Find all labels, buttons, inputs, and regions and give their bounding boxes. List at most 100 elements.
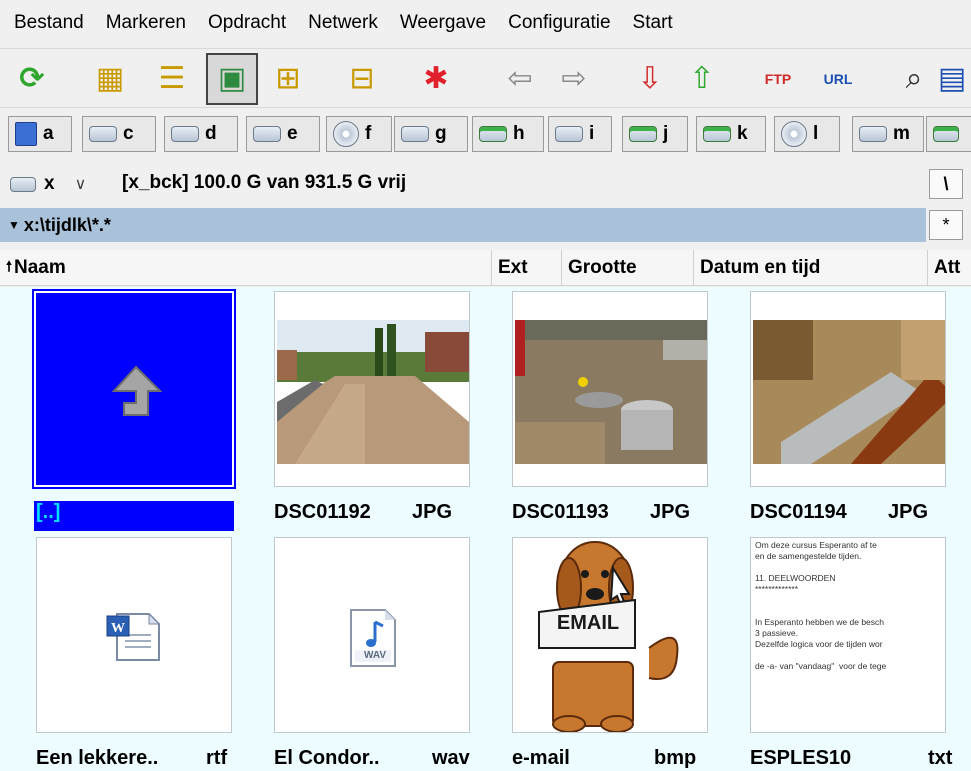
- file-tile-esples10[interactable]: Om deze cursus Esperanto af te en de sam…: [750, 537, 971, 771]
- drive-letter: g: [435, 123, 447, 144]
- drive-info-row: x ∨ [x_bck] 100.0 G van 931.5 G vrij \: [0, 162, 971, 206]
- drive-button-k[interactable]: k: [696, 116, 766, 152]
- pack-button[interactable]: ⇩: [624, 53, 676, 105]
- brief-view-button[interactable]: ▦: [84, 53, 136, 105]
- hard-drive-icon: [859, 126, 887, 142]
- photo-thumbnail: [512, 291, 708, 487]
- drive-bar: a c d e f g h i j k l m: [0, 112, 971, 158]
- brief-list-icon: ▦: [95, 62, 125, 95]
- construction-pit-photo-image: [513, 292, 707, 486]
- drive-letter: i: [589, 123, 595, 144]
- file-basename: e-mail: [512, 747, 570, 769]
- tree-sync-icon: ⊟: [349, 62, 375, 95]
- unpack-icon: ⇧: [689, 62, 715, 95]
- file-panel: [..] DSC01192 JPG DSC01193 JPG DSC01194 …: [0, 287, 971, 771]
- updir-thumbnail: [32, 289, 236, 489]
- triangle-down-icon: ▼: [8, 218, 20, 232]
- hard-drive-icon: [89, 126, 117, 142]
- root-dir-button[interactable]: \: [929, 169, 963, 199]
- menu-opdracht[interactable]: Opdracht: [208, 12, 286, 34]
- file-tile-updir[interactable]: [..]: [32, 289, 270, 531]
- drive-button-d[interactable]: d: [164, 116, 238, 152]
- file-name: e-mail bmp: [512, 747, 748, 771]
- tree-view-button[interactable]: ⊞: [262, 53, 314, 105]
- toolbar: ⟳ ▦ ☰ ▣ ⊞ ⊟ ✱ ⇦ ⇨ ⇩ ⇧ FTP URL ⌕ ▤: [0, 48, 971, 108]
- column-date[interactable]: Datum en tijd: [694, 250, 928, 286]
- back-arrow-icon: ⇦: [507, 62, 533, 95]
- file-basename: Een lekkere..: [36, 747, 159, 769]
- history-button[interactable]: *: [929, 210, 963, 240]
- document-thumbnail: W: [36, 537, 232, 733]
- file-tile-el-condor[interactable]: WAV El Condor.. wav: [274, 537, 510, 771]
- pack-icon: ⇩: [637, 62, 663, 95]
- drive-button-c[interactable]: c: [82, 116, 156, 152]
- street-photo-image: [275, 292, 469, 486]
- network-drive-icon: [479, 126, 507, 142]
- drive-button-l[interactable]: l: [774, 116, 840, 152]
- drive-button-h[interactable]: h: [472, 116, 544, 152]
- column-ext-label: Ext: [498, 257, 528, 278]
- audio-thumbnail: WAV: [274, 537, 470, 733]
- file-tile-dsc01192[interactable]: DSC01192 JPG: [274, 291, 510, 531]
- menu-weergave[interactable]: Weergave: [400, 12, 486, 34]
- column-attr[interactable]: Att: [928, 250, 971, 286]
- cd-drive-icon: [781, 121, 807, 147]
- file-basename: DSC01193: [512, 501, 609, 523]
- file-tile-dsc01194[interactable]: DSC01194 JPG: [750, 291, 971, 531]
- menu-bestand[interactable]: Bestand: [14, 12, 84, 34]
- drive-button-f[interactable]: f: [326, 116, 392, 152]
- current-path: x:\tijdlk\*.*: [23, 214, 111, 235]
- up-arrow-icon: [111, 365, 163, 416]
- full-view-button[interactable]: ☰: [146, 53, 198, 105]
- select-files-button[interactable]: ✱: [410, 53, 462, 105]
- drive-button-g[interactable]: g: [394, 116, 468, 152]
- cd-drive-icon: [333, 121, 359, 147]
- url-connect-button[interactable]: URL: [812, 53, 864, 105]
- binoculars-icon: ⌕: [905, 62, 923, 95]
- drive-letter: h: [513, 123, 525, 144]
- drive-button-e[interactable]: e: [246, 116, 320, 152]
- text-preview: Om deze cursus Esperanto af te en de sam…: [755, 540, 887, 671]
- file-tile-dsc01193[interactable]: DSC01193 JPG: [512, 291, 748, 531]
- path-bar[interactable]: ▼ x:\tijdlk\*.*: [0, 208, 926, 242]
- back-button[interactable]: ⇦: [494, 53, 546, 105]
- refresh-button[interactable]: ⟳: [6, 53, 58, 105]
- file-tile-een-lekkere[interactable]: W Een lekkere.. rtf: [36, 537, 272, 771]
- menu-configuratie[interactable]: Configuratie: [508, 12, 610, 34]
- forward-button[interactable]: ⇨: [548, 53, 600, 105]
- current-drive-letter: x: [44, 173, 55, 194]
- email-sign-label: EMAIL: [556, 612, 620, 634]
- refresh-icon: ⟳: [19, 62, 45, 95]
- column-size[interactable]: Grootte: [562, 250, 694, 286]
- text-thumbnail: Om deze cursus Esperanto af te en de sam…: [750, 537, 946, 733]
- file-extension: rtf: [206, 747, 228, 769]
- file-tile-e-mail[interactable]: EMAIL e-mail bmp: [512, 537, 748, 771]
- drive-button-j[interactable]: j: [622, 116, 688, 152]
- wav-badge: WAV: [363, 650, 387, 661]
- drive-button-i[interactable]: i: [548, 116, 612, 152]
- drive-letter: f: [365, 123, 372, 144]
- column-ext[interactable]: Ext: [492, 250, 562, 286]
- unpack-button[interactable]: ⇧: [676, 53, 728, 105]
- menu-start[interactable]: Start: [633, 12, 673, 34]
- drive-letter: m: [893, 123, 910, 144]
- search-button[interactable]: ⌕: [888, 53, 940, 105]
- hard-drive-icon: [171, 126, 199, 142]
- thumbnail-view-button[interactable]: ▣: [206, 53, 258, 105]
- sync-tree-button[interactable]: ⊟: [336, 53, 388, 105]
- image-thumbnail: EMAIL: [512, 537, 708, 733]
- column-size-label: Grootte: [568, 257, 637, 278]
- drive-button-m[interactable]: m: [852, 116, 924, 152]
- drive-button-more[interactable]: [926, 116, 971, 152]
- drive-button-a[interactable]: a: [8, 116, 72, 152]
- asterisk-icon: ✱: [423, 62, 449, 95]
- photo-thumbnail: [750, 291, 946, 487]
- menu-netwerk[interactable]: Netwerk: [308, 12, 378, 34]
- column-name[interactable]: 🠕 Naam: [0, 250, 492, 286]
- more-tools-button[interactable]: ▤: [934, 53, 970, 105]
- ftp-connect-button[interactable]: FTP: [752, 53, 804, 105]
- file-basename: El Condor..: [274, 747, 380, 769]
- menu-markeren[interactable]: Markeren: [106, 12, 186, 34]
- drive-select[interactable]: x ∨: [10, 168, 110, 200]
- drive-letter: j: [663, 123, 669, 144]
